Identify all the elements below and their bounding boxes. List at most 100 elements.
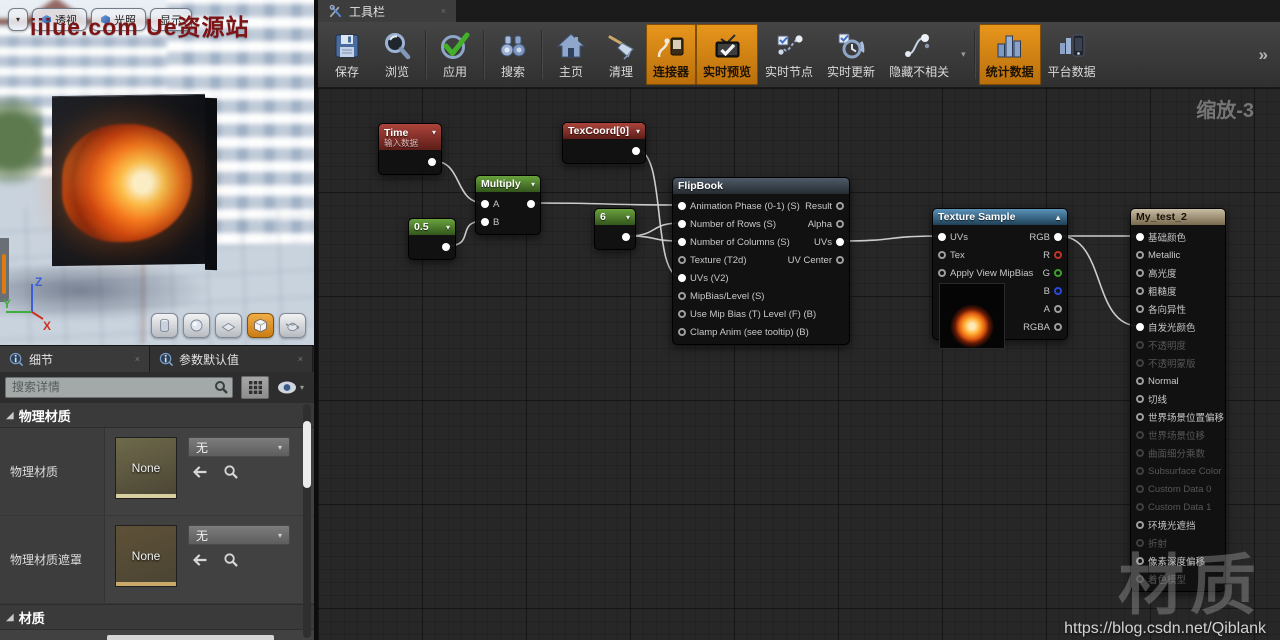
preview-shape-teapot-button[interactable] <box>279 313 306 338</box>
chevron-down-icon[interactable]: ▾ <box>446 223 450 232</box>
input-pin[interactable] <box>1136 359 1144 367</box>
live-preview-button[interactable]: 实时预览 <box>696 24 758 85</box>
chevron-down-icon[interactable]: ▾ <box>956 24 971 85</box>
output-pin[interactable] <box>836 202 844 210</box>
search-input[interactable] <box>6 380 214 394</box>
node-texsample[interactable]: Texture Sample▲UVsRGBTexRApply View MipB… <box>932 208 1068 340</box>
output-pin[interactable] <box>1054 305 1062 313</box>
input-pin[interactable] <box>1136 377 1144 385</box>
viewport-options-dropdown[interactable]: ▾ <box>8 8 28 31</box>
input-pin[interactable] <box>938 251 946 259</box>
use-selected-asset-button[interactable] <box>192 465 209 479</box>
save-button[interactable]: 保存 <box>322 24 372 85</box>
stats-button[interactable]: 统计数据 <box>979 24 1041 85</box>
asset-thumbnail[interactable]: None <box>115 437 177 499</box>
input-pin[interactable] <box>1136 485 1144 493</box>
apply-button[interactable]: 应用 <box>430 24 480 85</box>
node-texcoord[interactable]: TexCoord[0]▾ <box>562 122 646 164</box>
details-scrollbar[interactable] <box>303 404 311 638</box>
live-update-button[interactable]: 实时更新 <box>820 24 882 85</box>
hide-unrelated-button[interactable]: 隐藏不相关 <box>882 24 956 85</box>
input-pin[interactable] <box>481 218 489 226</box>
input-pin[interactable] <box>481 200 489 208</box>
node-header[interactable]: My_test_2 <box>1131 209 1225 225</box>
input-pin[interactable] <box>1136 341 1144 349</box>
output-pin[interactable] <box>1054 251 1062 259</box>
search-button[interactable]: 搜索 <box>488 24 538 85</box>
input-pin[interactable] <box>1136 287 1144 295</box>
node-c6[interactable]: 6▾ <box>594 208 636 250</box>
close-icon[interactable]: × <box>135 354 140 364</box>
output-pin[interactable] <box>836 238 844 246</box>
node-header[interactable]: FlipBook <box>673 178 849 194</box>
output-pin[interactable] <box>1054 269 1062 277</box>
preview-shape-cylinder-button[interactable] <box>151 313 178 338</box>
node-header[interactable]: Time输入数据▾ <box>379 124 441 150</box>
input-pin[interactable] <box>1136 449 1144 457</box>
use-selected-asset-button[interactable] <box>192 553 209 567</box>
preview-shape-sphere-button[interactable] <box>183 313 210 338</box>
asset-select-dropdown[interactable]: 无▾ <box>188 525 290 545</box>
toolbar-overflow-chevron[interactable]: » <box>1251 24 1276 85</box>
input-pin[interactable] <box>678 328 686 336</box>
node-header[interactable]: TexCoord[0]▾ <box>563 123 645 139</box>
browse-button[interactable]: 浏览 <box>372 24 422 85</box>
preview-shape-plane-button[interactable] <box>215 313 242 338</box>
output-pin[interactable] <box>632 147 640 155</box>
browse-asset-button[interactable] <box>223 552 238 567</box>
input-pin[interactable] <box>678 202 686 210</box>
input-pin[interactable] <box>938 233 946 241</box>
chevron-down-icon[interactable]: ▾ <box>531 180 535 189</box>
section-header-1[interactable]: ◢材质 <box>0 604 314 630</box>
material-graph-canvas[interactable]: 缩放-3 Time输入数据▾TexCoord[0]▾Multiply▾AB0.5… <box>318 88 1280 640</box>
collapse-icon[interactable]: ▲ <box>1054 213 1062 222</box>
asset-select-dropdown[interactable]: 无▾ <box>188 437 290 457</box>
input-pin[interactable] <box>1136 503 1144 511</box>
input-pin[interactable] <box>678 220 686 228</box>
output-pin[interactable] <box>622 233 630 241</box>
input-pin[interactable] <box>1136 413 1144 421</box>
grid-view-button[interactable] <box>241 376 269 399</box>
section-header-0[interactable]: ◢物理材质 <box>0 402 314 428</box>
details-tab-0[interactable]: 细节× <box>0 346 150 372</box>
close-icon[interactable]: × <box>441 6 446 16</box>
chevron-down-icon[interactable]: ▾ <box>626 213 630 222</box>
home-button[interactable]: 主页 <box>546 24 596 85</box>
node-header[interactable]: 6▾ <box>595 209 635 225</box>
live-nodes-button[interactable]: 实时节点 <box>758 24 820 85</box>
node-header[interactable]: Multiply▾ <box>476 176 540 192</box>
output-pin[interactable] <box>836 256 844 264</box>
preview-shape-cube-button[interactable] <box>247 313 274 338</box>
input-pin[interactable] <box>1136 431 1144 439</box>
node-header[interactable]: 0.5▾ <box>409 219 455 235</box>
viewport-3d[interactable]: ▾透视光照显示 Z Y X <box>0 0 314 345</box>
output-pin[interactable] <box>442 243 450 251</box>
output-pin[interactable] <box>1054 233 1062 241</box>
node-time[interactable]: Time输入数据▾ <box>378 123 442 175</box>
details-tab-1[interactable]: 参数默认值× <box>150 346 313 372</box>
output-pin[interactable] <box>1054 287 1062 295</box>
input-pin[interactable] <box>1136 233 1144 241</box>
input-pin[interactable] <box>1136 251 1144 259</box>
node-header[interactable]: Texture Sample▲ <box>933 209 1067 225</box>
input-pin[interactable] <box>678 292 686 300</box>
browse-asset-button[interactable] <box>223 464 238 479</box>
output-pin[interactable] <box>836 220 844 228</box>
tab-toolbar[interactable]: 工具栏 × <box>318 0 456 22</box>
connector-button[interactable]: 连接器 <box>646 24 696 85</box>
input-pin[interactable] <box>1136 467 1144 475</box>
close-icon[interactable]: × <box>298 354 303 364</box>
clean-button[interactable]: 清理 <box>596 24 646 85</box>
chevron-down-icon[interactable]: ▾ <box>636 127 640 136</box>
output-pin[interactable] <box>428 158 436 166</box>
output-pin[interactable] <box>527 200 535 208</box>
input-pin[interactable] <box>1136 305 1144 313</box>
input-pin[interactable] <box>938 269 946 277</box>
input-pin[interactable] <box>1136 269 1144 277</box>
platform-stats-button[interactable]: 平台数据 <box>1041 24 1103 85</box>
input-pin[interactable] <box>678 274 686 282</box>
node-flipbook[interactable]: FlipBookAnimation Phase (0-1) (S)ResultN… <box>672 177 850 345</box>
asset-thumbnail[interactable]: None <box>115 525 177 587</box>
input-pin[interactable] <box>678 256 686 264</box>
node-multiply[interactable]: Multiply▾AB <box>475 175 541 235</box>
